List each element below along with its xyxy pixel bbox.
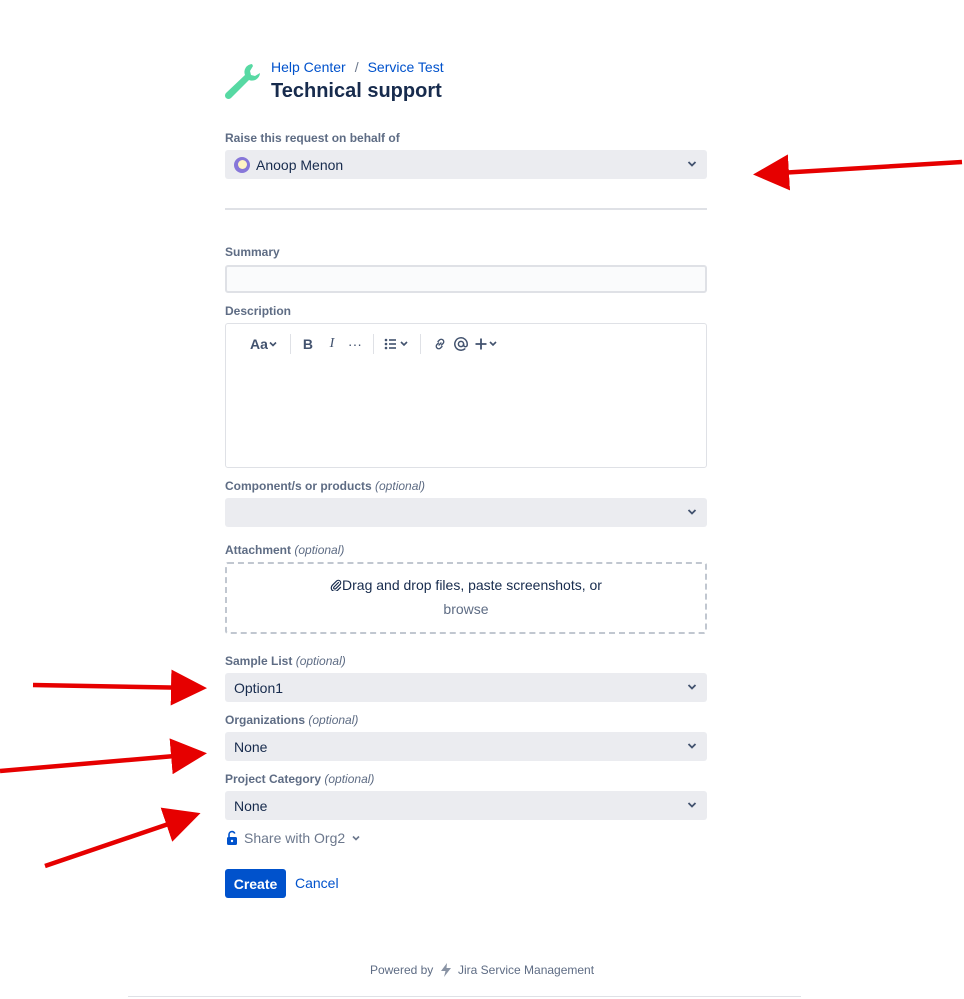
breadcrumb-service-test[interactable]: Service Test xyxy=(368,59,444,75)
toolbar-separator xyxy=(372,334,374,354)
link-icon xyxy=(435,338,445,350)
powered-by-text: Powered by xyxy=(369,963,434,977)
sample-list-value: Option1 xyxy=(234,679,284,696)
chevron-down-icon xyxy=(352,835,360,841)
dropzone-text-line: Drag and drop files, paste screenshots, … xyxy=(227,577,705,593)
components-label: Component/s or products (optional) xyxy=(225,479,425,493)
breadcrumb-separator: / xyxy=(354,59,359,75)
toolbar-separator xyxy=(419,334,421,354)
description-label: Description xyxy=(225,304,292,318)
organizations-value: None xyxy=(234,738,268,755)
cancel-button[interactable]: Cancel xyxy=(295,875,339,891)
sample-list-select[interactable]: Option1 xyxy=(225,673,707,702)
wrench-logo-icon xyxy=(224,64,260,100)
section-divider xyxy=(225,208,707,210)
project-category-label: Project Category (optional) xyxy=(225,772,374,786)
breadcrumb-help-center[interactable]: Help Center xyxy=(271,59,346,75)
share-with-org-toggle[interactable]: Share with Org2 xyxy=(225,830,361,846)
project-category-select[interactable]: None xyxy=(225,791,707,820)
text-style-button[interactable]: Aa xyxy=(250,334,278,354)
chevron-down-icon xyxy=(687,802,697,808)
bullet-list-button[interactable] xyxy=(383,334,411,354)
chevron-down-icon xyxy=(269,341,277,347)
plus-icon xyxy=(475,338,497,350)
optional-tag: (optional) xyxy=(308,713,359,727)
insert-button[interactable] xyxy=(474,334,500,354)
description-editor[interactable]: Aa B I ··· xyxy=(225,323,707,468)
product-name[interactable]: Jira Service Management xyxy=(458,963,594,977)
optional-tag: (optional) xyxy=(295,654,346,668)
browse-link[interactable]: browse xyxy=(227,601,705,617)
on-behalf-label: Raise this request on behalf of xyxy=(225,131,400,145)
organizations-label-text: Organizations xyxy=(225,713,306,727)
chevron-down-icon xyxy=(687,161,697,167)
bold-button[interactable]: B xyxy=(300,334,316,354)
jira-service-management-logo-icon xyxy=(440,963,451,977)
chevron-down-icon xyxy=(687,684,697,690)
at-sign-icon xyxy=(453,337,468,351)
toolbar-separator xyxy=(289,334,291,354)
annotation-arrow xyxy=(32,669,207,706)
project-category-label-text: Project Category xyxy=(225,772,322,786)
chevron-down-icon xyxy=(687,743,697,749)
components-select[interactable] xyxy=(225,498,707,527)
footer: Powered by Jira Service Management xyxy=(0,962,964,978)
bullet-list-icon xyxy=(384,338,408,350)
request-form-page: Help Center / Service Test Technical suppo… xyxy=(0,0,964,999)
organizations-label: Organizations (optional) xyxy=(225,713,358,727)
attachment-dropzone[interactable]: Drag and drop files, paste screenshots, … xyxy=(225,562,707,634)
footer-divider xyxy=(128,996,801,997)
page-title: Technical support xyxy=(271,80,442,102)
paperclip-icon xyxy=(330,579,342,593)
sample-list-label: Sample List (optional) xyxy=(225,654,346,668)
create-button[interactable]: Create xyxy=(225,869,286,898)
user-avatar xyxy=(234,156,250,173)
optional-tag: (optional) xyxy=(324,772,375,786)
sample-list-label-text: Sample List xyxy=(225,654,293,668)
attachment-label-text: Attachment xyxy=(225,543,292,557)
dropzone-text: Drag and drop files, paste screenshots, … xyxy=(342,577,602,593)
italic-button[interactable]: I xyxy=(324,334,340,354)
annotation-arrow xyxy=(44,807,201,869)
summary-input[interactable] xyxy=(225,265,707,293)
annotation-arrow xyxy=(753,154,963,191)
attachment-label: Attachment (optional) xyxy=(225,543,344,557)
breadcrumb: Help Center / Service Test xyxy=(271,59,444,75)
components-label-text: Component/s or products xyxy=(225,479,372,493)
more-formatting-button[interactable]: ··· xyxy=(346,334,364,354)
organizations-select[interactable]: None xyxy=(225,732,707,761)
on-behalf-value: Anoop Menon xyxy=(256,156,344,173)
on-behalf-select[interactable]: Anoop Menon xyxy=(225,150,707,179)
mention-button[interactable] xyxy=(450,334,472,354)
chevron-down-icon xyxy=(687,509,697,515)
editor-toolbar: Aa B I ··· xyxy=(250,334,500,354)
summary-label: Summary xyxy=(225,245,280,259)
unlock-icon xyxy=(227,830,237,845)
project-category-value: None xyxy=(234,797,268,814)
optional-tag: (optional) xyxy=(294,543,345,557)
share-label: Share with Org2 xyxy=(244,830,346,846)
annotation-arrow xyxy=(0,738,207,775)
link-button[interactable] xyxy=(430,334,450,354)
optional-tag: (optional) xyxy=(375,479,426,493)
text-style-label: Aa xyxy=(250,336,268,352)
